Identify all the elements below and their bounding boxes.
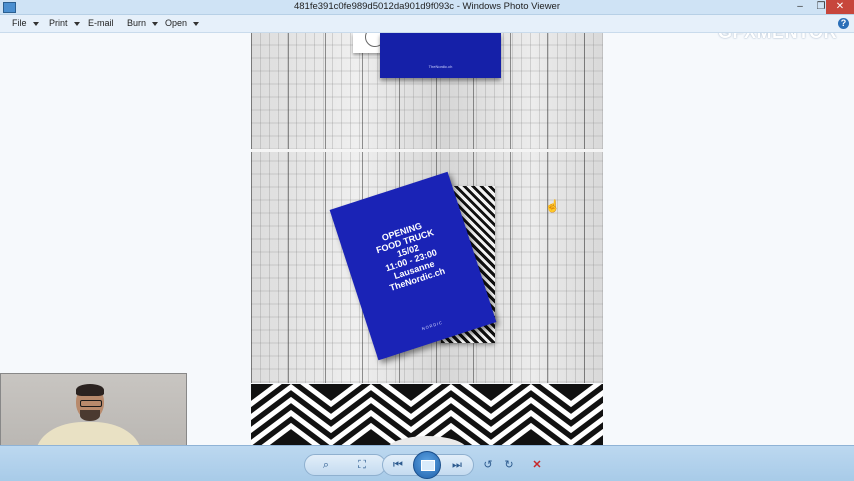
chevron-pattern-strip (251, 384, 603, 445)
person-hair (76, 384, 104, 396)
actual-size-icon[interactable]: ⛶ (354, 458, 370, 472)
menu-print-label: Print (49, 18, 68, 28)
blue-card-text: TheNordic.ch (428, 64, 453, 69)
menu-print[interactable]: Print (49, 18, 80, 28)
previous-icon[interactable]: ⏮ (390, 458, 406, 472)
zoom-fit-group (304, 454, 386, 476)
menu-open-label: Open (165, 18, 188, 28)
menu-bar: File Print E-mail Burn Open ? (0, 15, 854, 33)
slideshow-button[interactable] (413, 451, 441, 479)
menu-file[interactable]: File (12, 18, 39, 28)
chevron-down-icon (32, 21, 39, 26)
gfxmentor-watermark: GFXMENTOR (718, 33, 837, 43)
next-icon[interactable]: ⏭ (449, 458, 465, 472)
blue-card-mockup: TheNordic.ch (380, 33, 501, 78)
chevron-down-icon (193, 21, 200, 26)
menu-email-label: E-mail (88, 18, 114, 28)
window-title: 481fe391c0fe989d5012da901d9f093c - Windo… (293, 1, 561, 12)
displayed-photo: TheNordic.ch OPENING FOOD TRUCK 15/02 11… (251, 33, 603, 445)
poster-text: OPENING FOOD TRUCK 15/02 11:00 - 23:00 L… (341, 208, 477, 303)
minimize-button[interactable]: – (789, 0, 811, 14)
bottom-toolbar: ⌕ ⛶ ⏮ ⏭ ↺ ↻ ✕ (0, 445, 854, 481)
help-icon[interactable]: ? (838, 18, 849, 29)
close-button[interactable]: ✕ (826, 0, 854, 14)
hand-cursor-icon: ☝ (545, 199, 560, 213)
menu-email[interactable]: E-mail (88, 18, 114, 28)
chevron-pattern-graphic (251, 384, 603, 445)
glasses-icon (80, 400, 102, 407)
delete-icon[interactable]: ✕ (529, 458, 545, 472)
rotate-counterclockwise-icon[interactable]: ↺ (480, 458, 496, 472)
chevron-down-icon (73, 21, 80, 26)
menu-burn-label: Burn (127, 18, 147, 28)
menu-file-label: File (12, 18, 27, 28)
chevron-down-icon (152, 21, 159, 26)
rotate-clockwise-icon[interactable]: ↻ (501, 458, 517, 472)
title-bar: 481fe391c0fe989d5012da901d9f093c - Windo… (0, 0, 854, 15)
zoom-icon[interactable]: ⌕ (318, 458, 334, 472)
person-beard (80, 410, 100, 421)
menu-burn[interactable]: Burn (127, 18, 159, 28)
menu-open[interactable]: Open (165, 18, 200, 28)
